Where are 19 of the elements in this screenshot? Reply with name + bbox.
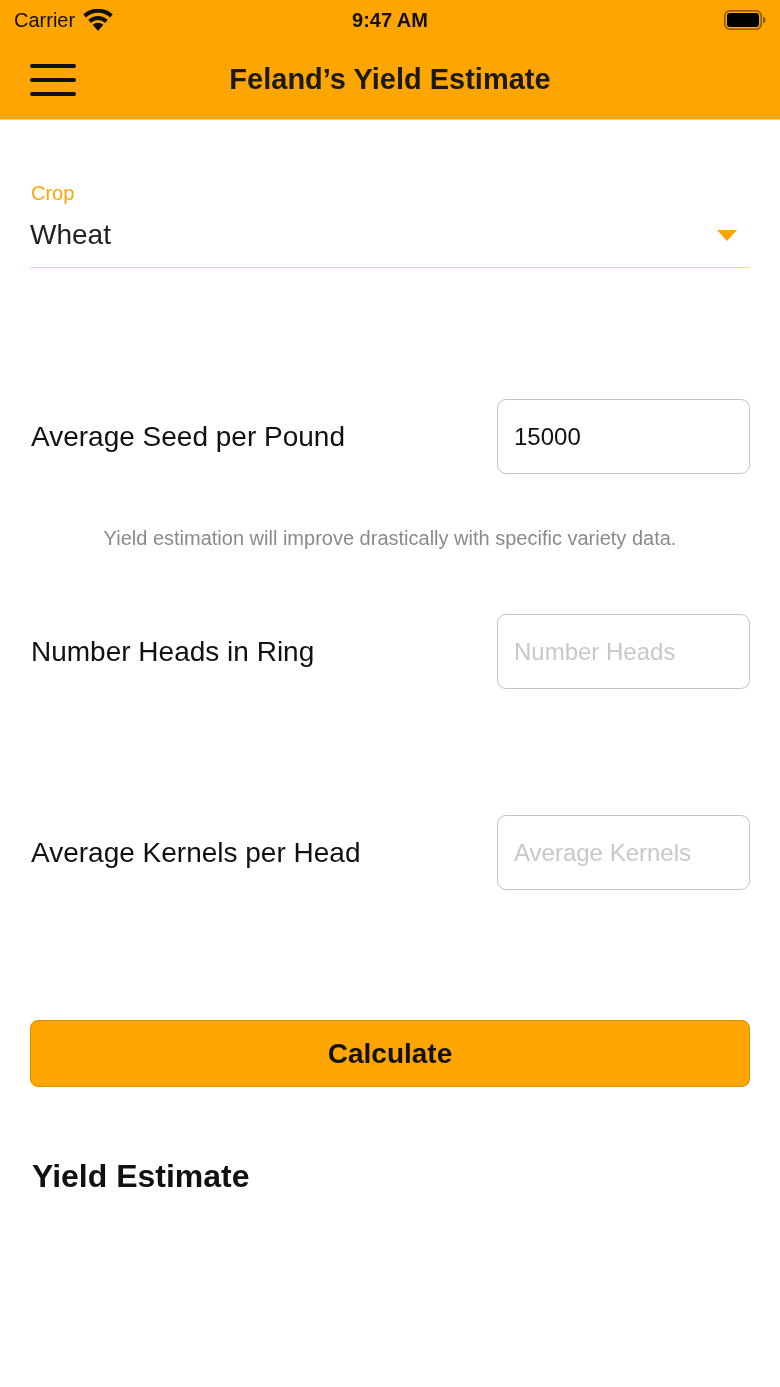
input-field[interactable]: Average Kernels xyxy=(497,815,750,890)
crop-dropdown[interactable]: Crop Wheat xyxy=(30,182,750,268)
dropdown-label: Crop xyxy=(30,182,76,204)
input-field[interactable]: 15000 xyxy=(497,399,750,474)
dropdown-value: Wheat xyxy=(30,218,111,252)
carrier-name: Carrier xyxy=(14,8,76,32)
field-label: Average Seed per Pound xyxy=(30,420,345,453)
status-time: 9:47 AM xyxy=(352,8,428,32)
caret-icon xyxy=(717,229,737,241)
wifi-icon xyxy=(83,9,114,31)
field-label: Number Heads in Ring xyxy=(30,635,315,668)
help-text: Yield estimation will improve drastically with specific variety data. xyxy=(102,526,678,551)
battery-icon xyxy=(724,10,766,30)
menu-icon[interactable] xyxy=(30,63,76,96)
calculate-button[interactable]: Calculate xyxy=(30,1020,750,1087)
result-heading: Yield Estimate xyxy=(31,1157,251,1195)
app-title: Feland’s Yield Estimate xyxy=(228,63,552,96)
input-field[interactable]: Number Heads xyxy=(497,614,750,689)
field-label: Average Kernels per Head xyxy=(30,836,361,869)
